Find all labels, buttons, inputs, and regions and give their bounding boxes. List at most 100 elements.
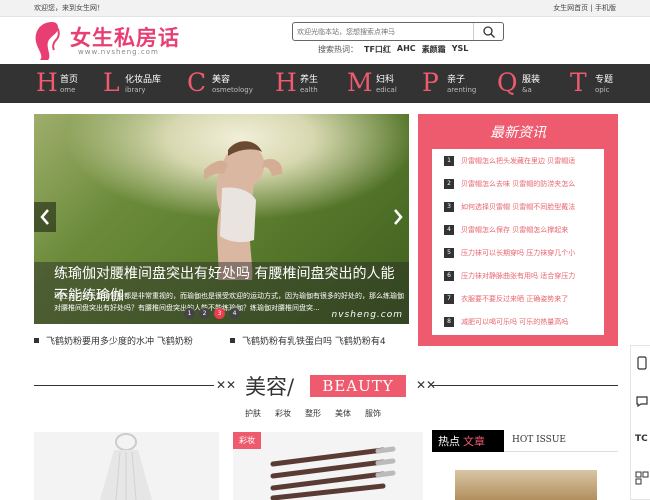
welcome-text: 欢迎您，来到女生网！ (34, 4, 104, 12)
search-input[interactable] (297, 25, 472, 39)
nav-item-topic[interactable]: T 专题 opic (570, 64, 630, 103)
section-tab[interactable]: 服饰 (365, 408, 381, 419)
hot-issue-image[interactable] (455, 470, 597, 500)
news-item[interactable]: 2 贝雷帽怎么去味 贝雷帽的防涝夹怎么 (444, 179, 602, 193)
hot-issue-label: 热点 (438, 435, 460, 448)
section-tab[interactable]: 整形 (305, 408, 321, 419)
hot-word[interactable]: AHC (397, 44, 416, 55)
latest-news-title: 最新资讯 (490, 125, 546, 141)
nav-letter: T (570, 68, 587, 97)
carousel-next-button[interactable] (387, 202, 409, 232)
right-float-toolbar: TC (630, 345, 650, 500)
carousel-dot[interactable]: 2 (199, 308, 210, 319)
news-item[interactable]: 6 压力袜对静脉曲张有用吗 适合穿压力 (444, 271, 602, 285)
nav-letter: H (275, 68, 297, 97)
news-item[interactable]: 4 贝雷帽怎么保存 贝雷帽怎么撑起来 (444, 225, 602, 239)
nav-item-home[interactable]: H 首页 ome (36, 64, 96, 103)
bullet-square-icon (230, 338, 235, 343)
logo-url: www.nvsheng.com (78, 48, 159, 56)
hot-issue-header: 热点 文章 HOT ISSUE (432, 430, 618, 452)
chevron-right-icon (394, 209, 403, 225)
carousel-prev-button[interactable] (34, 202, 56, 232)
nav-item-library[interactable]: L 化妆品库 ibrary (103, 64, 183, 103)
news-item[interactable]: 8 减肥可以喝可乐吗 可乐的热量高吗 (444, 317, 602, 331)
back-to-top-icon[interactable]: TC (635, 434, 649, 448)
nav-letter: M (347, 68, 373, 97)
article-card-makeup[interactable]: 彩妆 (233, 432, 423, 500)
page: 欢迎您，来到女生网！ 女生网首页 | 手机版 女生私房话 www.nvsheng… (0, 0, 650, 500)
tassel-photo (100, 433, 152, 500)
hot-word[interactable]: YSL (452, 44, 469, 55)
search-icon (482, 25, 495, 38)
section-divider (34, 385, 214, 386)
latest-news-panel: 最新资讯 1 贝雷帽怎么把头发藏在里边 贝雷帽适 2 贝雷帽怎么去味 贝雷帽的防涝夹… (418, 114, 618, 346)
section-tab[interactable]: 护肤 (245, 408, 261, 419)
banner-carousel[interactable]: 练瑜伽对腰椎间盘突出有好处吗 有腰椎间盘突出的人能不能练瑜伽 现在人们对于运动健… (34, 114, 409, 324)
nav-letter: H (36, 68, 58, 97)
nav-letter: Q (497, 68, 518, 97)
nav-en: arenting (447, 86, 477, 94)
chevron-left-icon (40, 209, 49, 225)
banner-photo-yoga-woman (204, 141, 283, 280)
news-item[interactable]: 7 衣服要不要反过来晒 正确姿势来了 (444, 294, 602, 308)
hot-word[interactable]: 素颜霜 (422, 44, 446, 55)
nav-letter: L (103, 68, 120, 97)
nav-cn: 美容 (212, 75, 231, 85)
search-box (292, 22, 504, 41)
hot-words-label: 搜索热词： (318, 45, 358, 54)
nav-en: edical (376, 86, 397, 94)
section-title-cn: 美容/ (245, 375, 295, 399)
nav-en: ibrary (125, 86, 146, 94)
nav-cn: 化妆品库 (125, 75, 162, 85)
carousel-dot[interactable]: 1 (184, 308, 195, 319)
nav-letter: P (422, 68, 439, 97)
nav-cn: 妇科 (376, 75, 395, 85)
nav-letter: C (187, 68, 207, 97)
hot-issue-en: HOT ISSUE (512, 435, 566, 445)
hot-words: 搜索热词： TF口红 AHC 素颜霜 YSL (318, 44, 468, 55)
nav-cn: 专题 (595, 75, 614, 85)
section-tab[interactable]: 美体 (335, 408, 351, 419)
hot-issue-label-accent: 文章 (463, 435, 485, 448)
card-tag: 彩妆 (233, 432, 261, 449)
carousel-dots: 1 2 3 4 (184, 308, 240, 319)
phone-icon[interactable] (635, 356, 649, 370)
hot-issue-underline (504, 451, 618, 452)
nav-en: ome (60, 86, 76, 94)
nav-en: osmetology (212, 86, 253, 94)
woman-silhouette-icon (35, 22, 60, 60)
top-bar: 欢迎您，来到女生网！ 女生网首页 | 手机版 (0, 0, 650, 17)
site-logo[interactable]: 女生私房话 www.nvsheng.com (30, 18, 180, 62)
sub-link[interactable]: 飞鹤奶粉要用多少度的水冲 飞鹤奶粉 (34, 334, 193, 347)
news-item[interactable]: 1 贝雷帽怎么把头发藏在里边 贝雷帽适 (444, 156, 602, 170)
nav-item-clothing[interactable]: Q 服装 &a (497, 64, 557, 103)
nav-cn: 亲子 (447, 75, 466, 85)
hot-word[interactable]: TF口红 (364, 44, 391, 55)
banner-watermark: nvsheng.com (331, 310, 403, 320)
carousel-dot-active[interactable]: 3 (214, 308, 225, 319)
nav-item-health[interactable]: H 养生 ealth (275, 64, 335, 103)
bullet-square-icon (34, 338, 39, 343)
carousel-dot[interactable]: 4 (229, 308, 240, 319)
chat-icon[interactable] (635, 394, 649, 408)
cross-icon: ✕✕ (216, 378, 237, 392)
nav-cn: 首页 (60, 75, 79, 85)
search-button[interactable] (473, 23, 503, 40)
section-title-en: BEAUTY (310, 375, 406, 397)
section-tab[interactable]: 彩妆 (275, 408, 291, 419)
section-divider (432, 385, 618, 386)
news-item[interactable]: 5 压力袜可以长期穿吗 压力袜穿几个小 (444, 248, 602, 262)
nav-en: opic (595, 86, 610, 94)
top-right-links[interactable]: 女生网首页 | 手机版 (553, 0, 616, 16)
makeup-brushes-photo (270, 446, 396, 500)
nav-en: ealth (300, 86, 318, 94)
sub-link[interactable]: 飞鹤奶粉有乳铁蛋白吗 飞鹤奶粉有4 (230, 334, 386, 347)
nav-item-parenting[interactable]: P 亲子 arenting (422, 64, 482, 103)
nav-item-beauty[interactable]: C 美容 osmetology (187, 64, 267, 103)
nav-cn: 服装 (522, 75, 541, 85)
article-card-image[interactable] (34, 432, 219, 500)
news-item[interactable]: 3 如何选择贝雷帽 贝雷帽不同脸型戴法 (444, 202, 602, 216)
nav-item-medical[interactable]: M 妇科 edical (347, 64, 407, 103)
qrcode-icon[interactable] (635, 471, 649, 485)
section-tabs: 护肤 彩妆 整形 美体 服饰 (245, 408, 381, 419)
